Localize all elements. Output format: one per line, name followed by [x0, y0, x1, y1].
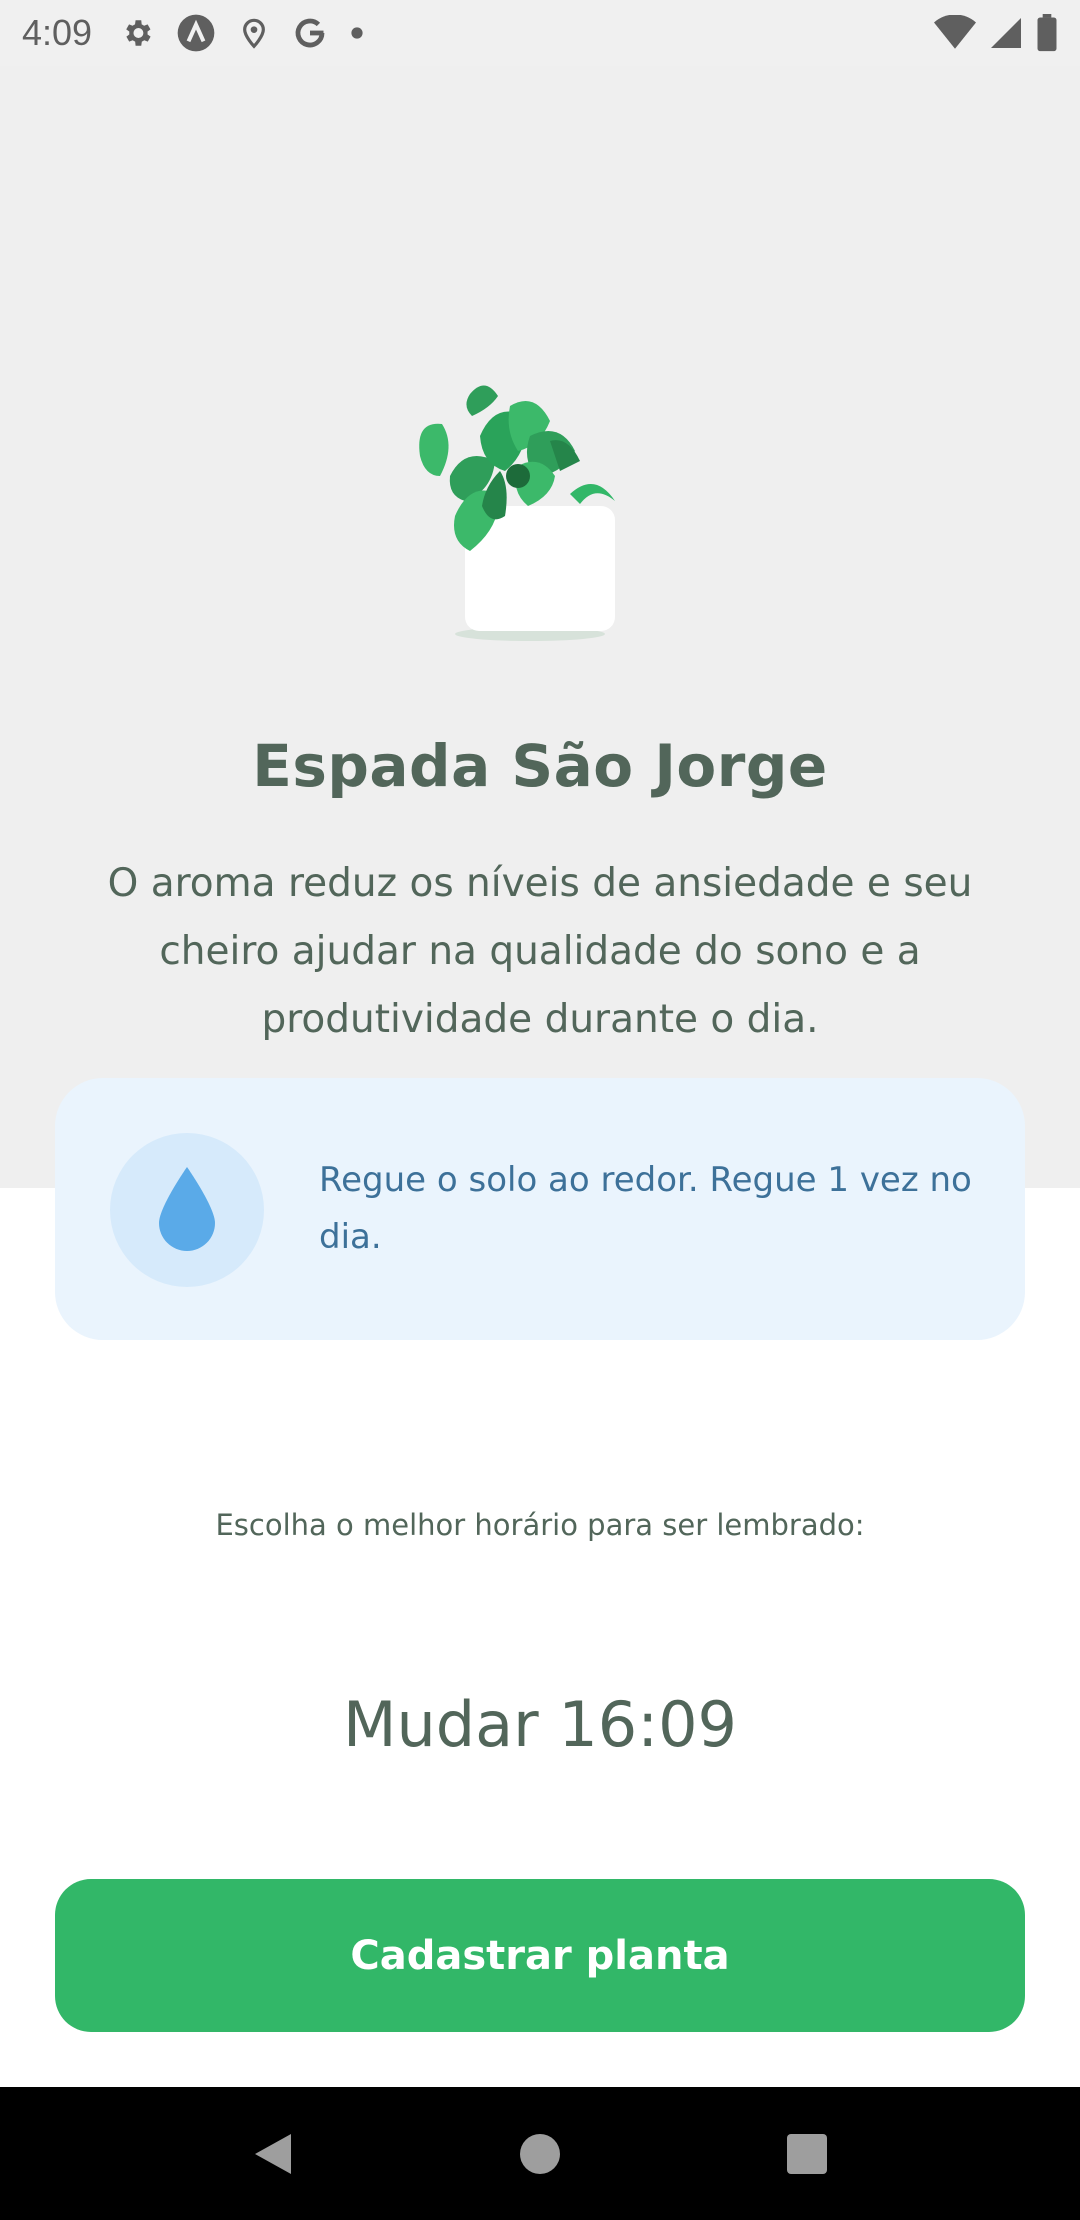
water-drop-icon [157, 1165, 217, 1255]
battery-icon [1036, 14, 1058, 52]
water-tip-card: Regue o solo ao redor. Regue 1 vez no di… [55, 1078, 1025, 1340]
water-tip-text: Regue o solo ao redor. Regue 1 vez no di… [319, 1160, 972, 1257]
plant-illustration [410, 376, 670, 646]
google-icon [292, 15, 328, 51]
plant-info-header: Espada São Jorge O aroma reduz os níveis… [0, 66, 1080, 1188]
app-a-icon [176, 13, 216, 53]
location-icon [238, 15, 270, 51]
register-plant-button[interactable]: Cadastrar planta [55, 1879, 1025, 2032]
water-tip-icon-container [110, 1133, 264, 1287]
status-bar: 4:09 [0, 0, 1080, 66]
plant-name: Espada São Jorge [252, 732, 828, 800]
status-time: 4:09 [22, 12, 93, 53]
wifi-icon [934, 15, 976, 51]
status-icons-right [934, 14, 1058, 52]
home-icon[interactable] [490, 2104, 590, 2204]
change-time-button[interactable]: Mudar 16:09 [290, 1675, 790, 1775]
navigation-bar [0, 2087, 1080, 2220]
plant-about: O aroma reduz os níveis de ansiedade e s… [107, 861, 973, 1042]
back-icon[interactable] [223, 2104, 323, 2204]
recents-icon[interactable] [757, 2104, 857, 2204]
signal-icon [988, 15, 1024, 51]
reminder-label: Escolha o melhor horário para ser lembra… [215, 1508, 865, 1542]
dot-icon [350, 26, 364, 40]
gear-icon [120, 16, 154, 50]
plant-save-screen: 4:09 Espada São Jorge O aroma reduz os n… [0, 0, 1080, 2220]
status-icons-left [120, 13, 364, 53]
